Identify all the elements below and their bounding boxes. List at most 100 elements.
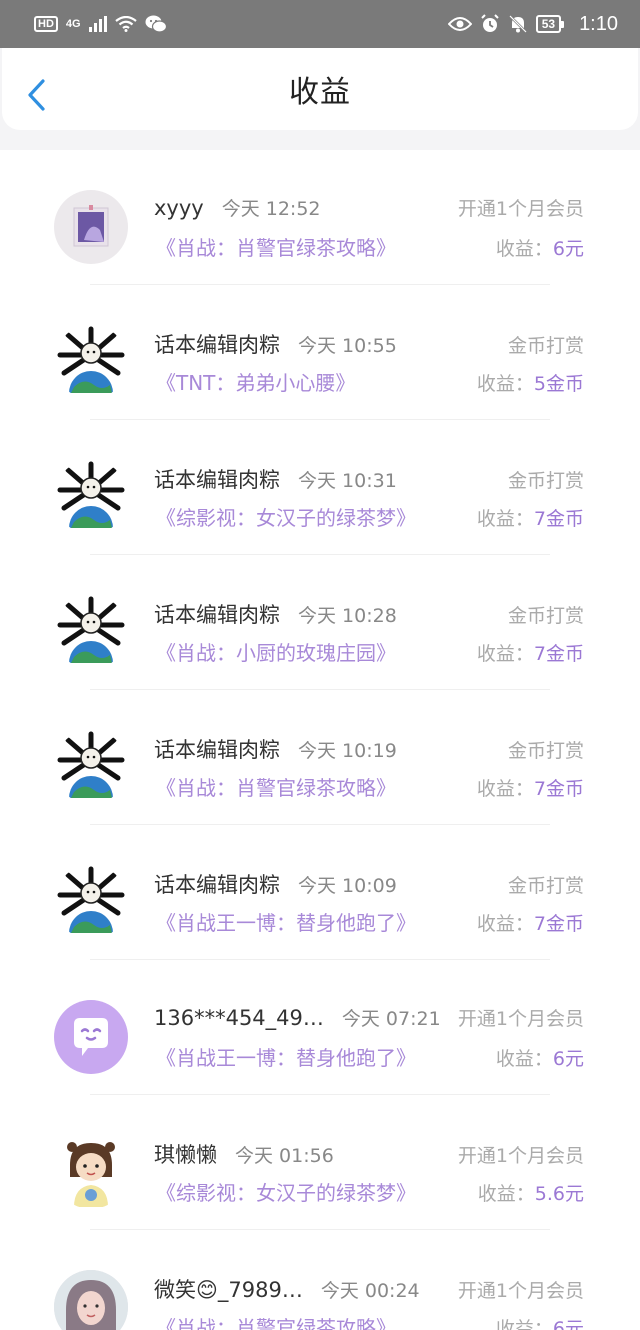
page-title: 收益: [289, 75, 351, 110]
income-type: 金币打赏: [507, 875, 584, 897]
income-label: 收益：: [476, 778, 534, 800]
avatar[interactable]: [54, 730, 128, 804]
avatar[interactable]: [54, 325, 128, 399]
avatar-meme-icon: [57, 461, 125, 528]
earnings-row[interactable]: xyyy 今天 12:52 开通1个月会员 《肖战：肖警官绿茶攻略》 收益：6元: [0, 150, 640, 285]
timestamp: 今天 00:24: [320, 1280, 420, 1302]
earnings-row[interactable]: 话本编辑肉粽 今天 10:31 金币打赏 《综影视：女汉子的绿茶梦》 收益：7金…: [0, 420, 640, 555]
income: 收益：7金币: [477, 639, 584, 666]
income: 收益：6元: [496, 1044, 584, 1071]
default-avatar-icon: [74, 1018, 108, 1056]
chevron-left-icon: [28, 79, 45, 111]
book-title[interactable]: 《综影视：女汉子的绿茶梦》: [156, 1177, 416, 1206]
avatar[interactable]: [54, 1000, 128, 1074]
avatar-meme-icon: [57, 866, 125, 933]
avatar-portrait-icon: [54, 1270, 128, 1330]
user-name: 话本编辑肉粽: [154, 873, 280, 897]
header-bar: 收益: [2, 48, 638, 130]
income: 收益：6元: [496, 1314, 584, 1330]
book-title[interactable]: 《肖战王一博：替身他跑了》: [156, 907, 416, 936]
earnings-row[interactable]: 微笑😊_7989… 今天 00:24 开通1个月会员 《肖战：肖警官绿茶攻略》 …: [0, 1230, 640, 1330]
income-amount: 7金币: [533, 508, 584, 530]
income-label: 收益：: [476, 508, 534, 530]
income-amount: 5.6元: [534, 1183, 584, 1205]
user-name: xyyy: [154, 196, 204, 220]
book-title[interactable]: 《综影视：女汉子的绿茶梦》: [156, 502, 416, 531]
battery-indicator: 53: [535, 15, 565, 33]
income-label: 收益：: [476, 643, 534, 665]
timestamp: 今天 10:09: [298, 875, 397, 897]
mute-bell-icon: [508, 15, 527, 33]
income-amount: 6元: [552, 1318, 584, 1330]
income: 收益：5金币: [477, 369, 584, 396]
status-bar: HD 4G 53 1:10: [0, 0, 640, 48]
earnings-row[interactable]: 136***454_49… 今天 07:21 开通1个月会员 《肖战王一博：替身…: [0, 960, 640, 1095]
income-type: 金币打赏: [507, 335, 584, 357]
income-label: 收益：: [495, 1318, 553, 1330]
user-name: 话本编辑肉粽: [154, 603, 280, 627]
book-title[interactable]: 《TNT：弟弟小心腰》: [156, 367, 355, 396]
income-type: 开通1个月会员: [457, 198, 584, 220]
avatar[interactable]: [54, 1270, 128, 1330]
book-title[interactable]: 《肖战：肖警官绿茶攻略》: [156, 772, 396, 801]
avatar-cartoon-icon: [67, 1142, 115, 1207]
avatar[interactable]: [54, 865, 128, 939]
timestamp: 今天 10:55: [298, 335, 397, 357]
income-label: 收益：: [495, 238, 553, 260]
timestamp: 今天 12:52: [221, 198, 321, 220]
income-type: 金币打赏: [507, 740, 584, 762]
income-amount: 7金币: [533, 913, 584, 935]
income-label: 收益：: [477, 1183, 535, 1205]
income-amount: 7金币: [533, 643, 584, 665]
user-name: 话本编辑肉粽: [154, 333, 280, 357]
eye-icon: [447, 17, 472, 31]
timestamp: 今天 07:21: [341, 1008, 441, 1030]
income-amount: 5金币: [533, 373, 584, 395]
user-name: 话本编辑肉粽: [154, 468, 280, 492]
book-title[interactable]: 《肖战：小厨的玫瑰庄园》: [156, 637, 396, 666]
avatar[interactable]: [54, 190, 128, 264]
earnings-row[interactable]: 话本编辑肉粽 今天 10:19 金币打赏 《肖战：肖警官绿茶攻略》 收益：7金币: [0, 690, 640, 825]
timestamp: 今天 10:19: [298, 740, 397, 762]
income-label: 收益：: [495, 1048, 553, 1070]
income-type: 开通1个月会员: [457, 1280, 584, 1302]
clock: 1:10: [579, 12, 618, 35]
timestamp: 今天 01:56: [235, 1145, 334, 1167]
income: 收益：5.6元: [478, 1179, 584, 1206]
earnings-row[interactable]: 琪懒懒 今天 01:56 开通1个月会员 《综影视：女汉子的绿茶梦》 收益：5.…: [0, 1095, 640, 1230]
income: 收益：7金币: [477, 909, 584, 936]
avatar[interactable]: [54, 460, 128, 534]
income-type: 金币打赏: [507, 605, 584, 627]
user-name: 琪懒懒: [154, 1143, 217, 1167]
network-type: 4G: [65, 18, 81, 30]
timestamp: 今天 10:28: [298, 605, 397, 627]
wifi-icon: [114, 16, 137, 32]
income-amount: 6元: [552, 238, 584, 260]
avatar-meme-icon: [57, 731, 125, 798]
earnings-row[interactable]: 话本编辑肉粽 今天 10:09 金币打赏 《肖战王一博：替身他跑了》 收益：7金…: [0, 825, 640, 960]
alarm-icon: [480, 14, 499, 32]
income-type: 开通1个月会员: [457, 1145, 584, 1167]
back-button[interactable]: [24, 78, 48, 112]
signal-icon: [88, 16, 107, 32]
avatar-photo-icon: [73, 205, 109, 247]
hd-indicator: HD: [34, 16, 58, 32]
wechat-icon: [145, 15, 167, 33]
earnings-row[interactable]: 话本编辑肉粽 今天 10:28 金币打赏 《肖战：小厨的玫瑰庄园》 收益：7金币: [0, 555, 640, 690]
user-name: 微笑😊_7989…: [154, 1278, 303, 1302]
user-name: 136***454_49…: [154, 1006, 324, 1030]
timestamp: 今天 10:31: [298, 470, 397, 492]
avatar-meme-icon: [57, 596, 125, 663]
avatar[interactable]: [54, 1135, 128, 1209]
book-title[interactable]: 《肖战：肖警官绿茶攻略》: [156, 232, 396, 261]
income-type: 开通1个月会员: [457, 1008, 584, 1030]
earnings-list: xyyy 今天 12:52 开通1个月会员 《肖战：肖警官绿茶攻略》 收益：6元: [0, 150, 640, 1330]
income-type: 金币打赏: [507, 470, 584, 492]
earnings-row[interactable]: 话本编辑肉粽 今天 10:55 金币打赏 《TNT：弟弟小心腰》 收益：5金币: [0, 285, 640, 420]
income: 收益：6元: [496, 234, 584, 261]
income: 收益：7金币: [477, 774, 584, 801]
income-amount: 7金币: [533, 778, 584, 800]
book-title[interactable]: 《肖战王一博：替身他跑了》: [156, 1042, 416, 1071]
book-title[interactable]: 《肖战：肖警官绿茶攻略》: [156, 1312, 396, 1330]
avatar[interactable]: [54, 595, 128, 669]
